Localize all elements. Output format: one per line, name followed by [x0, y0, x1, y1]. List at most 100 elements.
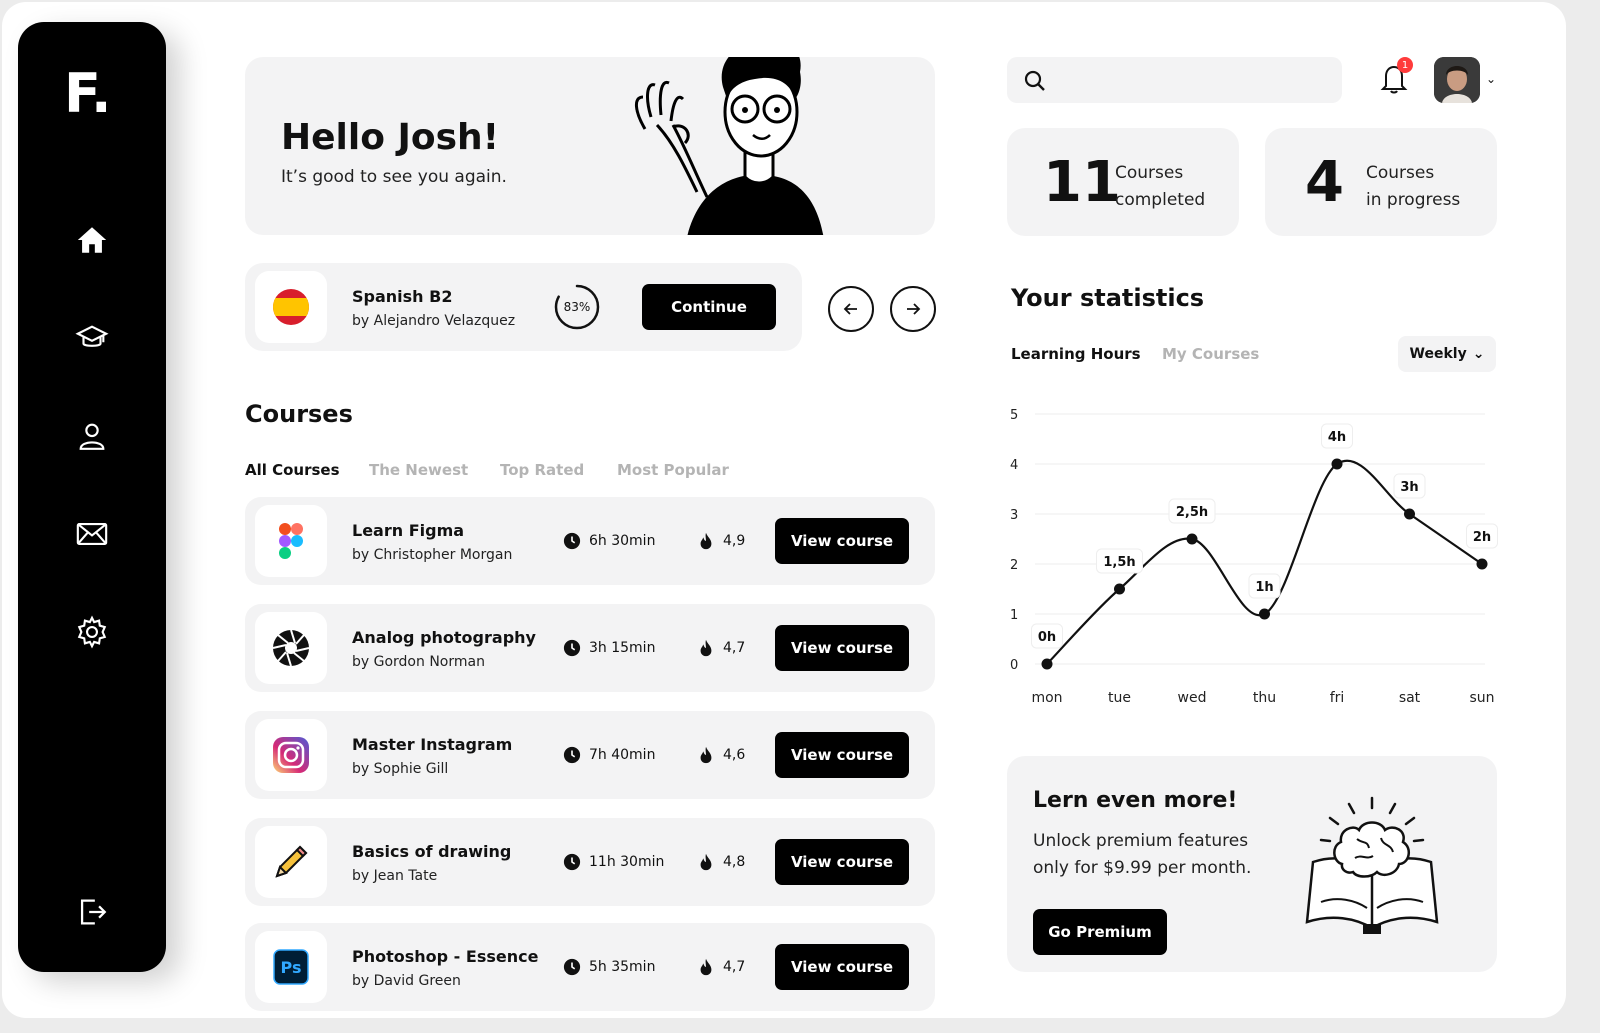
- duration-text: 3h 15min: [589, 640, 656, 656]
- flame-icon: [700, 958, 712, 976]
- course-rating: 4,7: [697, 639, 745, 657]
- data-point: [1186, 533, 1198, 545]
- gear-icon[interactable]: [72, 612, 112, 652]
- chevron-down-icon[interactable]: ⌄: [1486, 72, 1496, 86]
- clock-icon: [563, 639, 581, 657]
- clock-icon: [563, 853, 581, 871]
- brand-logo[interactable]: F.: [64, 62, 111, 125]
- avatar[interactable]: [1434, 57, 1480, 103]
- pencil-icon: [255, 826, 327, 898]
- in-progress-label-line1: Courses: [1366, 163, 1435, 183]
- waving-character-illustration: [635, 57, 824, 235]
- welcome-banner: Hello Josh! It’s good to see you again.: [245, 57, 935, 235]
- statistics-title: Your statistics: [1011, 284, 1205, 312]
- completed-label: Courses completed: [1115, 160, 1205, 214]
- data-point: [1259, 608, 1270, 620]
- flame-icon: [700, 639, 712, 657]
- premium-promo-card: Lern even more! Unlock premium features …: [1007, 756, 1497, 972]
- flame-icon: [700, 853, 712, 871]
- x-tick-label: sun: [1469, 690, 1494, 706]
- greeting-subtitle: It’s good to see you again.: [281, 167, 507, 187]
- search-input[interactable]: [1059, 65, 1329, 95]
- tab-all-courses[interactable]: All Courses: [245, 461, 340, 479]
- x-tick-label: wed: [1178, 690, 1207, 706]
- arrow-right-icon: [907, 303, 921, 315]
- course-duration: 11h 30min: [563, 853, 664, 871]
- clock-icon: [563, 532, 581, 550]
- rating-text: 4,6: [723, 747, 746, 763]
- view-course-button[interactable]: View course: [775, 732, 909, 778]
- course-duration: 3h 15min: [563, 639, 655, 657]
- view-course-button[interactable]: View course: [775, 625, 909, 671]
- x-tick-label: tue: [1108, 690, 1131, 706]
- course-row[interactable]: Basics of drawing by Jean Tate 11h 30min…: [245, 818, 935, 906]
- data-label: 2,5h: [1176, 505, 1208, 520]
- period-label: Weekly: [1409, 346, 1467, 362]
- course-row[interactable]: Analog photography by Gordon Norman 3h 1…: [245, 604, 935, 692]
- graduation-cap-icon[interactable]: [72, 318, 112, 358]
- course-title: Basics of drawing: [352, 842, 512, 861]
- tab-most-popular[interactable]: Most Popular: [617, 461, 729, 479]
- user-icon[interactable]: [72, 416, 112, 456]
- previous-button[interactable]: [828, 286, 874, 332]
- tab-my-courses[interactable]: My Courses: [1162, 345, 1259, 363]
- course-rating: 4,6: [697, 746, 745, 764]
- progress-label: 83%: [563, 300, 591, 314]
- premium-line-2: only for $9.99 per month.: [1033, 858, 1252, 878]
- rating-text: 4,8: [723, 854, 746, 870]
- course-rating: 4,8: [697, 853, 745, 871]
- tab-learning-hours[interactable]: Learning Hours: [1011, 345, 1141, 363]
- data-label: 0h: [1038, 630, 1056, 645]
- spain-flag-icon: [255, 271, 327, 343]
- view-course-button[interactable]: View course: [775, 944, 909, 990]
- rating-text: 4,7: [723, 959, 746, 975]
- course-title: Learn Figma: [352, 521, 465, 540]
- period-dropdown[interactable]: Weekly ⌄: [1398, 336, 1496, 372]
- course-author: by Jean Tate: [352, 868, 438, 884]
- course-duration: 5h 35min: [563, 958, 655, 976]
- view-course-button[interactable]: View course: [775, 839, 909, 885]
- course-row[interactable]: Ps Photoshop - Essence by David Green 5h…: [245, 923, 935, 1011]
- data-point: [1476, 558, 1488, 570]
- premium-title: Lern even more!: [1033, 788, 1238, 813]
- course-row[interactable]: Learn Figma by Christopher Morgan 6h 30m…: [245, 497, 935, 585]
- photoshop-icon: Ps: [255, 931, 327, 1003]
- notification-badge: 1: [1397, 57, 1413, 73]
- course-title: Analog photography: [352, 628, 536, 647]
- continue-button[interactable]: Continue: [642, 284, 776, 330]
- in-progress-label-line2: in progress: [1366, 190, 1461, 210]
- go-premium-button[interactable]: Go Premium: [1033, 909, 1167, 955]
- course-duration: 6h 30min: [563, 532, 655, 550]
- course-title: Photoshop - Essence: [352, 947, 539, 966]
- course-author: by David Green: [352, 973, 461, 989]
- data-point: [1041, 658, 1053, 670]
- next-button[interactable]: [890, 286, 936, 332]
- data-label: 1h: [1255, 580, 1273, 595]
- mail-icon[interactable]: [72, 514, 112, 554]
- x-tick-label: sat: [1399, 690, 1421, 706]
- view-course-button[interactable]: View course: [775, 518, 909, 564]
- tab-newest[interactable]: The Newest: [369, 461, 468, 479]
- premium-line-1: Unlock premium features: [1033, 831, 1249, 851]
- learning-hours-chart: 0 1 2 3 4 5 mon tue wed thu fri sat sun 0h 1,5h 2,5h 1h 4…: [1010, 408, 1498, 706]
- course-author: by Gordon Norman: [352, 654, 485, 670]
- data-label: 2h: [1473, 530, 1491, 545]
- premium-description: Unlock premium features only for $9.99 p…: [1033, 828, 1251, 882]
- tab-top-rated[interactable]: Top Rated: [500, 461, 584, 479]
- x-tick-label: fri: [1330, 690, 1345, 706]
- current-course-card[interactable]: Spanish B2 by Alejandro Velazquez 83% Co…: [245, 263, 802, 351]
- data-point: [1404, 508, 1415, 520]
- courses-title: Courses: [245, 400, 353, 428]
- data-label: 4h: [1328, 430, 1346, 445]
- course-title: Master Instagram: [352, 735, 513, 754]
- courses-completed-card: 11 Courses completed: [1007, 128, 1239, 236]
- brain-book-illustration: [1305, 796, 1439, 934]
- courses-in-progress-card: 4 Courses in progress: [1265, 128, 1497, 236]
- search-bar[interactable]: [1007, 57, 1342, 103]
- course-row[interactable]: Master Instagram by Sophie Gill 7h 40min…: [245, 711, 935, 799]
- home-icon[interactable]: [72, 220, 112, 260]
- clock-icon: [563, 958, 581, 976]
- course-author: by Christopher Morgan: [352, 547, 513, 563]
- logout-icon[interactable]: [72, 892, 112, 932]
- svg-text:Ps: Ps: [281, 958, 302, 977]
